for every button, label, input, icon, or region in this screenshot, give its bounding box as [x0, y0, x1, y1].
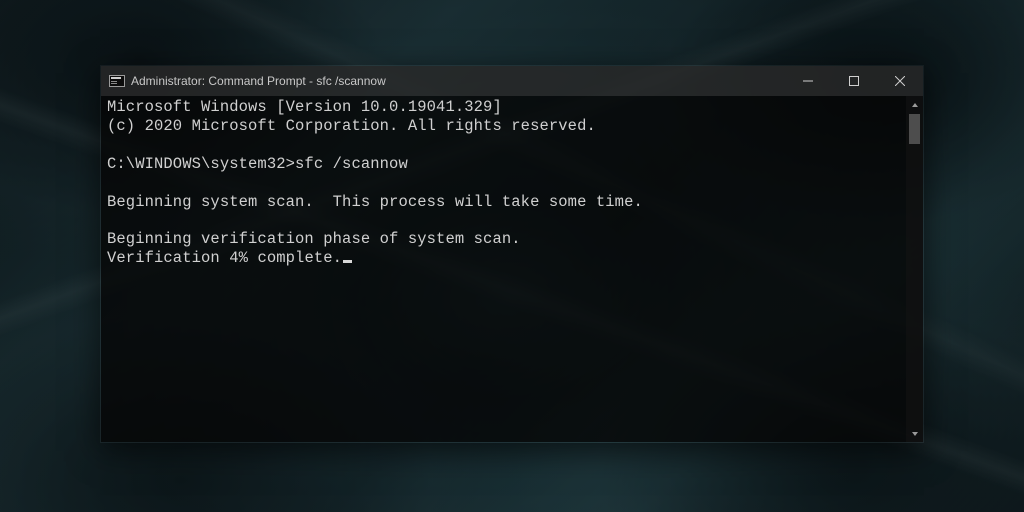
- copyright-line: (c) 2020 Microsoft Corporation. All righ…: [107, 117, 596, 135]
- version-line: Microsoft Windows [Version 10.0.19041.32…: [107, 98, 502, 116]
- chevron-up-icon: [911, 101, 919, 109]
- maximize-button[interactable]: [831, 66, 877, 96]
- command-prompt-window: Administrator: Command Prompt - sfc /sca…: [100, 65, 924, 443]
- prompt-text: C:\WINDOWS\system32>: [107, 155, 295, 173]
- close-button[interactable]: [877, 66, 923, 96]
- terminal-output[interactable]: Microsoft Windows [Version 10.0.19041.32…: [101, 96, 906, 442]
- text-cursor: [343, 260, 352, 263]
- progress-percent: 4%: [229, 249, 248, 267]
- minimize-button[interactable]: [785, 66, 831, 96]
- command-text: sfc /scannow: [295, 155, 408, 173]
- scroll-thumb[interactable]: [909, 114, 920, 144]
- close-icon: [895, 76, 905, 86]
- progress-suffix: complete.: [248, 249, 342, 267]
- window-client-area: Microsoft Windows [Version 10.0.19041.32…: [101, 96, 923, 442]
- verify-begin-line: Beginning verification phase of system s…: [107, 230, 521, 248]
- maximize-icon: [849, 76, 859, 86]
- chevron-down-icon: [911, 430, 919, 438]
- scan-begin-line: Beginning system scan. This process will…: [107, 193, 643, 211]
- scroll-up-button[interactable]: [906, 96, 923, 113]
- window-title: Administrator: Command Prompt - sfc /sca…: [131, 74, 785, 88]
- progress-prefix: Verification: [107, 249, 229, 267]
- cmd-icon: [109, 75, 125, 87]
- scroll-down-button[interactable]: [906, 425, 923, 442]
- minimize-icon: [803, 76, 813, 86]
- titlebar[interactable]: Administrator: Command Prompt - sfc /sca…: [101, 66, 923, 96]
- vertical-scrollbar[interactable]: [906, 96, 923, 442]
